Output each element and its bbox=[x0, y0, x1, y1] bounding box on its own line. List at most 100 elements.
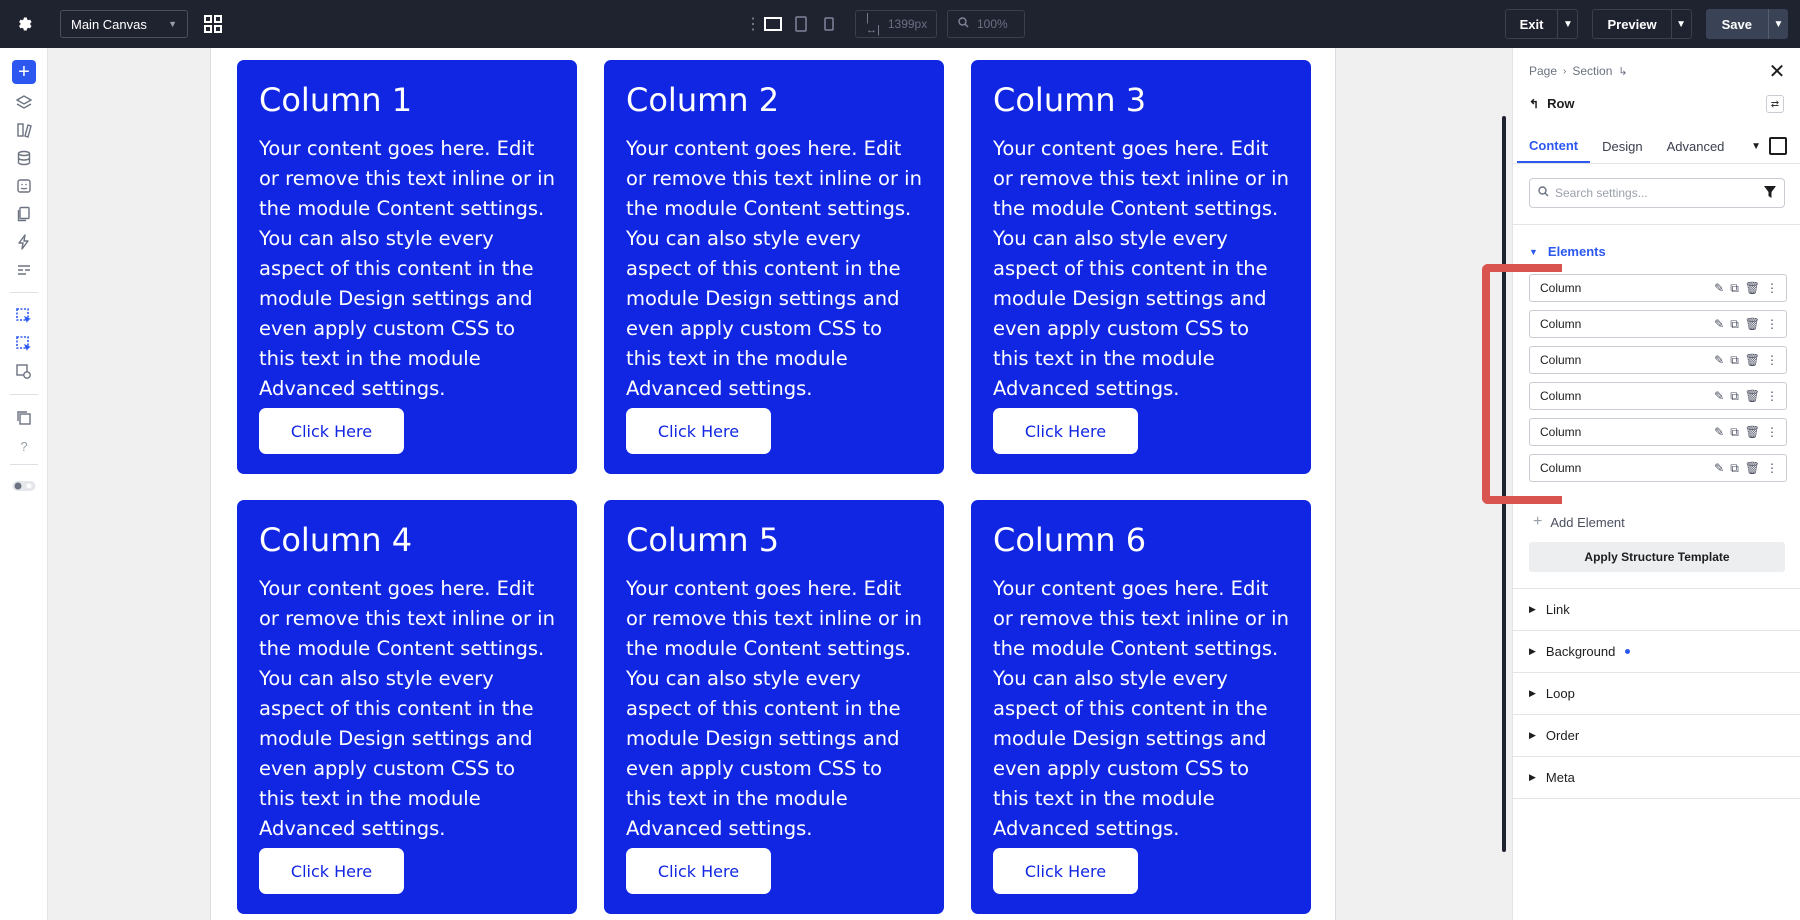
click-here-button[interactable]: Click Here bbox=[259, 408, 404, 454]
preview-button[interactable]: Preview ▼ bbox=[1592, 9, 1692, 39]
element-settings-icon[interactable]: ⇄ bbox=[1766, 95, 1784, 113]
delete-trash-icon[interactable]: 🗑︎ bbox=[1745, 317, 1760, 331]
edit-pencil-icon[interactable]: ✎ bbox=[1714, 389, 1724, 403]
edit-pencil-icon[interactable]: ✎ bbox=[1714, 353, 1724, 367]
more-vertical-icon[interactable]: ⋮ bbox=[1766, 317, 1778, 331]
canvas-width-field[interactable]: |↔| 1399px bbox=[855, 10, 937, 38]
more-vertical-icon[interactable]: ⋮ bbox=[1766, 389, 1778, 403]
select-multiple-icon[interactable] bbox=[12, 332, 36, 356]
page-preview[interactable]: Column 1 Your content goes here. Edit or… bbox=[210, 48, 1336, 920]
phone-view-icon[interactable] bbox=[815, 10, 843, 38]
tab-content[interactable]: Content bbox=[1517, 130, 1591, 163]
column-card[interactable]: Column 1 Your content goes here. Edit or… bbox=[237, 60, 577, 474]
emoji-icon[interactable] bbox=[12, 174, 36, 198]
section-loop[interactable]: ▶ Loop bbox=[1529, 686, 1575, 701]
duplicate-icon[interactable]: ⧉ bbox=[1730, 389, 1739, 404]
canvas-select[interactable]: Main Canvas ▼ bbox=[60, 10, 188, 38]
column-body-text[interactable]: Your content goes here. Edit or remove t… bbox=[259, 574, 555, 844]
edit-pencil-icon[interactable]: ✎ bbox=[1714, 317, 1724, 331]
column-card[interactable]: Column 3 Your content goes here. Edit or… bbox=[971, 60, 1311, 474]
element-row[interactable]: Column ✎ ⧉ 🗑︎ ⋮ bbox=[1529, 454, 1787, 482]
breadcrumb-page[interactable]: Page bbox=[1529, 64, 1557, 78]
close-icon[interactable]: ✕ bbox=[1766, 60, 1788, 83]
select-element-icon[interactable] bbox=[12, 304, 36, 328]
preview-chevron-down-icon[interactable]: ▼ bbox=[1670, 10, 1691, 38]
click-here-button[interactable]: Click Here bbox=[626, 408, 771, 454]
layers-icon[interactable] bbox=[12, 90, 36, 114]
column-title[interactable]: Column 6 bbox=[993, 520, 1289, 560]
tab-advanced[interactable]: Advanced bbox=[1655, 130, 1737, 163]
exit-chevron-down-icon[interactable]: ▼ bbox=[1557, 10, 1577, 38]
find-replace-icon[interactable] bbox=[12, 360, 36, 384]
section-background[interactable]: ▶ Background bbox=[1529, 644, 1631, 659]
column-title[interactable]: Column 5 bbox=[626, 520, 922, 560]
column-body-text[interactable]: Your content goes here. Edit or remove t… bbox=[993, 574, 1289, 844]
element-row[interactable]: Column ✎ ⧉ 🗑︎ ⋮ bbox=[1529, 382, 1787, 410]
search-input[interactable]: Search settings... bbox=[1555, 186, 1648, 200]
column-card[interactable]: Column 5 Your content goes here. Edit or… bbox=[604, 500, 944, 914]
settings-gear-icon[interactable] bbox=[0, 0, 48, 48]
database-icon[interactable] bbox=[12, 146, 36, 170]
edit-pencil-icon[interactable]: ✎ bbox=[1714, 425, 1724, 439]
add-plus-icon[interactable]: + bbox=[12, 60, 36, 84]
click-here-button[interactable]: Click Here bbox=[259, 848, 404, 894]
column-title[interactable]: Column 3 bbox=[993, 80, 1289, 120]
column-body-text[interactable]: Your content goes here. Edit or remove t… bbox=[626, 134, 922, 404]
column-card[interactable]: Column 4 Your content goes here. Edit or… bbox=[237, 500, 577, 914]
section-order[interactable]: ▶ Order bbox=[1529, 728, 1579, 743]
tab-design[interactable]: Design bbox=[1590, 130, 1654, 163]
duplicate-icon[interactable]: ⧉ bbox=[1730, 425, 1739, 440]
element-row[interactable]: Column ✎ ⧉ 🗑︎ ⋮ bbox=[1529, 310, 1787, 338]
form-fields-icon[interactable] bbox=[12, 258, 36, 282]
desktop-view-icon[interactable] bbox=[759, 10, 787, 38]
element-row[interactable]: Column ✎ ⧉ 🗑︎ ⋮ bbox=[1529, 346, 1787, 374]
more-vertical-icon[interactable]: ⋮ bbox=[1766, 353, 1778, 367]
help-icon[interactable]: ? bbox=[12, 434, 36, 458]
column-body-text[interactable]: Your content goes here. Edit or remove t… bbox=[993, 134, 1289, 404]
zoom-field[interactable]: 100% bbox=[947, 10, 1025, 38]
mode-toggle[interactable] bbox=[12, 474, 36, 498]
delete-trash-icon[interactable]: 🗑︎ bbox=[1745, 389, 1760, 403]
click-here-button[interactable]: Click Here bbox=[993, 848, 1138, 894]
delete-trash-icon[interactable]: 🗑︎ bbox=[1745, 281, 1760, 295]
element-row[interactable]: Column ✎ ⧉ 🗑︎ ⋮ bbox=[1529, 274, 1787, 302]
settings-search[interactable]: Search settings... bbox=[1529, 178, 1785, 208]
section-meta[interactable]: ▶ Meta bbox=[1529, 770, 1575, 785]
filter-icon[interactable] bbox=[1764, 185, 1776, 201]
more-vertical-icon[interactable]: ⋮ bbox=[1766, 281, 1778, 295]
pages-icon[interactable] bbox=[12, 202, 36, 226]
exit-button[interactable]: Exit ▼ bbox=[1504, 9, 1579, 39]
column-card[interactable]: Column 6 Your content goes here. Edit or… bbox=[971, 500, 1311, 914]
more-options-icon[interactable]: ⋮ bbox=[745, 14, 761, 34]
delete-trash-icon[interactable]: 🗑︎ bbox=[1745, 425, 1760, 439]
elements-section-header[interactable]: ▼ Elements bbox=[1529, 244, 1606, 259]
library-icon[interactable] bbox=[12, 118, 36, 142]
column-card[interactable]: Column 2 Your content goes here. Edit or… bbox=[604, 60, 944, 474]
apply-structure-template-button[interactable]: Apply Structure Template bbox=[1529, 542, 1785, 572]
column-title[interactable]: Column 2 bbox=[626, 80, 922, 120]
duplicate-icon[interactable]: ⧉ bbox=[1730, 317, 1739, 332]
click-here-button[interactable]: Click Here bbox=[993, 408, 1138, 454]
more-vertical-icon[interactable]: ⋮ bbox=[1766, 461, 1778, 475]
column-body-text[interactable]: Your content goes here. Edit or remove t… bbox=[626, 574, 922, 844]
delete-trash-icon[interactable]: 🗑︎ bbox=[1745, 461, 1760, 475]
column-body-text[interactable]: Your content goes here. Edit or remove t… bbox=[259, 134, 555, 404]
tablet-view-icon[interactable] bbox=[787, 10, 815, 38]
column-title[interactable]: Column 1 bbox=[259, 80, 555, 120]
duplicate-icon[interactable]: ⧉ bbox=[1730, 461, 1739, 476]
back-arrow-icon[interactable]: ↰ bbox=[1529, 97, 1539, 111]
edit-pencil-icon[interactable]: ✎ bbox=[1714, 461, 1724, 475]
element-row[interactable]: Column ✎ ⧉ 🗑︎ ⋮ bbox=[1529, 418, 1787, 446]
save-chevron-down-icon[interactable]: ▼ bbox=[1768, 9, 1788, 39]
grid-layout-icon[interactable] bbox=[202, 13, 224, 35]
duplicate-icon[interactable]: ⧉ bbox=[1730, 281, 1739, 296]
duplicate-icon[interactable]: ⧉ bbox=[1730, 353, 1739, 368]
more-vertical-icon[interactable]: ⋮ bbox=[1766, 425, 1778, 439]
history-icon[interactable] bbox=[12, 406, 36, 430]
add-element-button[interactable]: + Add Element bbox=[1533, 513, 1625, 531]
edit-pencil-icon[interactable]: ✎ bbox=[1714, 281, 1724, 295]
lightning-icon[interactable] bbox=[12, 230, 36, 254]
tab-dropdown-icon[interactable]: ▼ bbox=[1751, 141, 1761, 152]
delete-trash-icon[interactable]: 🗑︎ bbox=[1745, 353, 1760, 367]
preset-box-icon[interactable] bbox=[1769, 137, 1787, 155]
